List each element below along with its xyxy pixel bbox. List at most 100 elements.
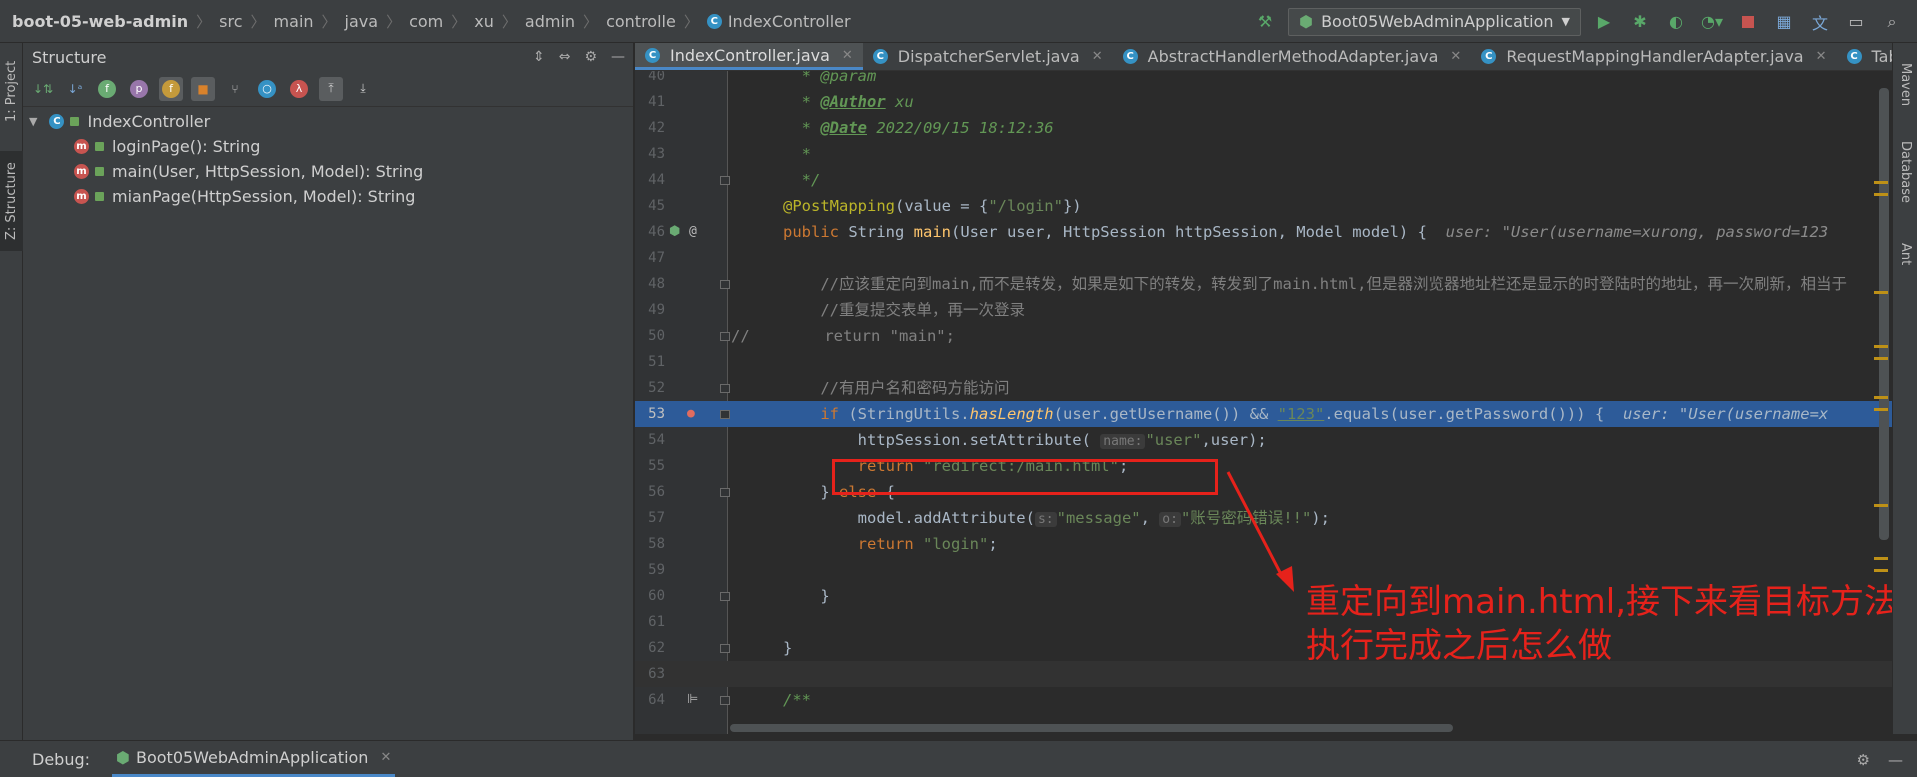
close-icon[interactable]: ✕ bbox=[380, 750, 391, 765]
show-non-public-icon[interactable]: ■ bbox=[191, 76, 215, 101]
tab-dispatcherservlet[interactable]: C DispatcherServlet.java ✕ bbox=[863, 43, 1113, 70]
close-icon[interactable]: ✕ bbox=[1816, 49, 1827, 64]
chevron-right-icon: 〉 bbox=[683, 12, 699, 31]
gear-icon[interactable]: ⚙ bbox=[1857, 751, 1870, 769]
profile-icon[interactable]: ◔▾ bbox=[1699, 9, 1725, 35]
breadcrumb-main[interactable]: main bbox=[274, 12, 314, 31]
breadcrumb-project[interactable]: boot-05-web-admin bbox=[12, 12, 188, 31]
tree-item[interactable]: m loginPage(): String bbox=[23, 134, 633, 159]
chevron-right-icon: 〉 bbox=[196, 12, 212, 31]
run-configuration-select[interactable]: ⬢ Boot05WebAdminApplication ▼ bbox=[1288, 7, 1581, 36]
spring-boot-icon: ⬢ bbox=[116, 748, 130, 767]
tab-project[interactable]: 1: Project bbox=[0, 51, 23, 131]
stop-icon[interactable] bbox=[1735, 9, 1761, 35]
implementations-icon[interactable]: ⊫ bbox=[687, 687, 698, 713]
toolbar: ⚒ ⬢ Boot05WebAdminApplication ▼ ▶ ✱ ◐ ◔▾… bbox=[1252, 0, 1917, 43]
warning-marker[interactable] bbox=[1874, 193, 1888, 196]
chevron-right-icon: 〉 bbox=[321, 12, 337, 31]
show-lambdas-icon[interactable]: ○ bbox=[255, 77, 279, 101]
coverage-icon[interactable]: ◐ bbox=[1663, 9, 1689, 35]
warning-marker[interactable] bbox=[1874, 557, 1888, 560]
search-icon[interactable]: ⌕ bbox=[1879, 9, 1905, 35]
code-line: 44 */ bbox=[648, 171, 821, 189]
close-icon[interactable]: ✕ bbox=[1092, 49, 1103, 64]
editor-tabs: C IndexController.java ✕ C DispatcherServle… bbox=[635, 43, 1917, 71]
tree-item-label: loginPage(): String bbox=[112, 137, 261, 156]
method-icon: m bbox=[74, 189, 89, 204]
tab-label: AbstractHandlerMethodAdapter.java bbox=[1147, 47, 1439, 66]
warning-marker[interactable] bbox=[1874, 569, 1888, 572]
debug-icon[interactable]: ✱ bbox=[1627, 9, 1653, 35]
tab-maven[interactable]: Maven bbox=[1893, 63, 1917, 123]
breadcrumb-com[interactable]: com bbox=[409, 12, 443, 31]
debug-session-tab[interactable]: ⬢ Boot05WebAdminApplication ✕ bbox=[112, 741, 396, 777]
collapse-all-icon[interactable]: ⇔ bbox=[559, 49, 571, 65]
show-inherited-icon[interactable]: f bbox=[95, 77, 119, 101]
close-icon[interactable]: ✕ bbox=[1450, 49, 1461, 64]
show-lambda-icon[interactable]: λ bbox=[287, 77, 311, 101]
breadcrumb-class[interactable]: C IndexController bbox=[706, 11, 851, 31]
code-line: 46 ⬢ @ public String main(User user, HttpS… bbox=[635, 219, 1892, 245]
at-icon[interactable]: @ bbox=[689, 219, 697, 245]
tab-structure[interactable]: Z: Structure bbox=[0, 151, 23, 251]
gear-icon[interactable]: ⚙ bbox=[584, 49, 597, 65]
warning-marker[interactable] bbox=[1874, 396, 1888, 399]
breadcrumb-admin[interactable]: admin bbox=[525, 12, 575, 31]
warning-marker[interactable] bbox=[1874, 504, 1888, 507]
debug-tool-window-bar: Debug: ⬢ Boot05WebAdminApplication ✕ ⚙ — bbox=[0, 740, 1917, 777]
window-icon[interactable]: ▭ bbox=[1843, 9, 1869, 35]
lock-icon bbox=[70, 117, 80, 126]
lock-icon bbox=[95, 142, 104, 151]
tab-database[interactable]: Database bbox=[1893, 141, 1917, 226]
run-icon[interactable]: ▶ bbox=[1591, 9, 1617, 35]
lock-icon bbox=[95, 192, 104, 201]
close-icon[interactable]: ✕ bbox=[842, 48, 853, 63]
show-fields-icon[interactable]: f bbox=[159, 76, 183, 101]
minimize-icon[interactable]: — bbox=[611, 49, 625, 65]
tab-abstracthandlermethodadapter[interactable]: C AbstractHandlerMethodAdapter.java ✕ bbox=[1113, 43, 1472, 70]
breadcrumb-xu[interactable]: xu bbox=[474, 12, 494, 31]
breakpoint-icon[interactable]: ● bbox=[687, 401, 695, 427]
tab-ant[interactable]: Ant bbox=[1893, 243, 1917, 303]
expand-all-icon[interactable]: ⇕ bbox=[533, 49, 545, 65]
sort-visibility-icon[interactable]: ↓⇅ bbox=[31, 77, 55, 101]
chevron-right-icon: 〉 bbox=[501, 12, 517, 31]
vertical-scrollbar[interactable] bbox=[1879, 88, 1889, 540]
project-structure-icon[interactable]: ▦ bbox=[1771, 9, 1797, 35]
show-properties-icon[interactable]: p bbox=[127, 77, 151, 101]
method-icon: m bbox=[74, 139, 89, 154]
code-line: 41 * @Author xu bbox=[648, 93, 914, 111]
tree-item[interactable]: m main(User, HttpSession, Model): String bbox=[23, 159, 633, 184]
warning-marker[interactable] bbox=[1874, 357, 1888, 360]
show-anonymous-icon[interactable]: ⑂ bbox=[223, 77, 247, 101]
translate-icon[interactable]: 文 bbox=[1807, 9, 1833, 35]
tree-root[interactable]: ▼ C IndexController bbox=[23, 109, 633, 134]
breadcrumb-controlle[interactable]: controlle bbox=[606, 12, 676, 31]
tab-indexcontroller[interactable]: C IndexController.java ✕ bbox=[635, 43, 863, 70]
minimize-icon[interactable]: — bbox=[1888, 751, 1903, 769]
sort-alpha-icon[interactable]: ↓ᵃ bbox=[63, 77, 87, 101]
autoscroll-from-source-icon[interactable]: ⤓ bbox=[351, 77, 375, 101]
tree-item[interactable]: m mianPage(HttpSession, Model): String bbox=[23, 184, 633, 209]
breadcrumb-class-label: IndexController bbox=[727, 11, 851, 31]
tab-label: RequestMappingHandlerAdapter.java bbox=[1506, 47, 1804, 66]
horizontal-scrollbar[interactable] bbox=[730, 724, 1453, 732]
tab-requestmappinghandleradapter[interactable]: C RequestMappingHandlerAdapter.java ✕ bbox=[1471, 43, 1836, 70]
structure-title: Structure bbox=[32, 47, 107, 67]
breadcrumb-java[interactable]: java bbox=[345, 12, 379, 31]
expand-arrow-icon[interactable]: ▼ bbox=[29, 115, 37, 128]
code-line: 52 //有用户名和密码方能访问 bbox=[648, 379, 1010, 397]
fold-icon[interactable] bbox=[720, 332, 730, 341]
class-icon: C bbox=[872, 49, 888, 64]
warning-marker[interactable] bbox=[1874, 181, 1888, 184]
code-line: 47 bbox=[648, 250, 665, 266]
code-line: 64 ⊫ /** bbox=[635, 687, 1892, 713]
tab-label: DispatcherServlet.java bbox=[897, 47, 1080, 66]
breadcrumb-src[interactable]: src bbox=[219, 12, 242, 31]
warning-marker[interactable] bbox=[1874, 408, 1888, 411]
warning-marker[interactable] bbox=[1874, 291, 1888, 294]
spring-mapping-icon[interactable]: ⬢ bbox=[669, 219, 680, 245]
build-hammer-icon[interactable]: ⚒ bbox=[1252, 9, 1278, 35]
warning-marker[interactable] bbox=[1874, 345, 1888, 348]
autoscroll-to-source-icon[interactable]: ⤒ bbox=[319, 76, 343, 101]
